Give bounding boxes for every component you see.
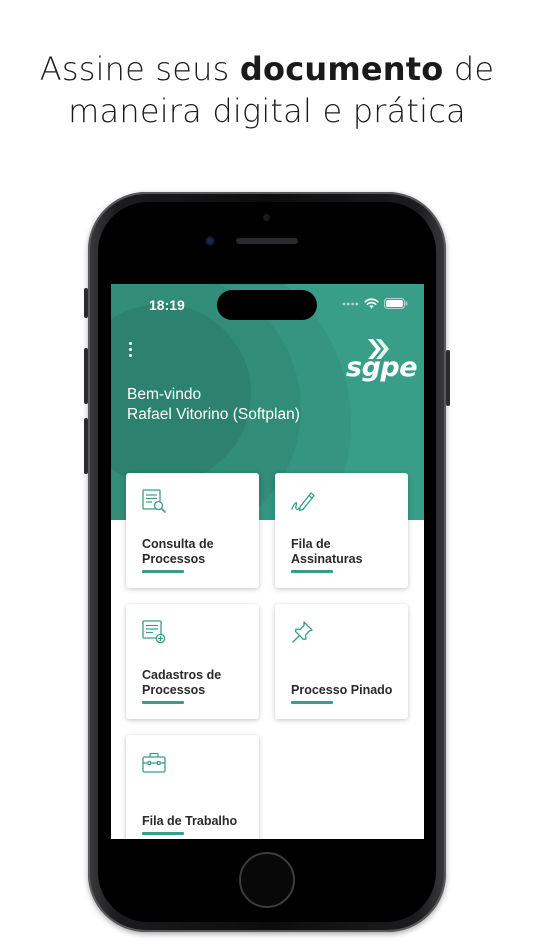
card-accent-underline <box>291 701 333 704</box>
welcome-message: Bem-vindo Rafael Vitorino (Softplan) <box>127 385 300 425</box>
card-label-line-1: Cadastros de <box>142 668 222 682</box>
cadastros-processos-card[interactable]: Cadastros de Processos <box>126 604 259 719</box>
consulta-processos-card[interactable]: Consulta de Processos <box>126 473 259 588</box>
processo-pinado-card[interactable]: Processo Pinado <box>275 604 408 719</box>
fila-trabalho-card[interactable]: Fila de Trabalho <box>126 735 259 839</box>
document-add-icon <box>142 620 166 644</box>
headline-prefix: Assine seus <box>39 50 240 88</box>
card-label-line-2: Processos <box>142 683 206 697</box>
dynamic-island <box>217 290 317 320</box>
home-button[interactable] <box>239 852 295 908</box>
signature-pen-icon <box>291 492 315 512</box>
card-label: Processo Pinado <box>291 683 400 698</box>
card-label-line-2: Processos <box>142 552 206 566</box>
sgpe-logo: sgpe <box>346 336 418 386</box>
app-screen: 18:19 sgpe Bem-vindo Rafael Vitorino (So… <box>111 284 424 839</box>
briefcase-icon <box>142 752 166 773</box>
card-label: Consulta de Processos <box>142 537 251 567</box>
card-label: Fila de Assinaturas <box>291 537 400 567</box>
welcome-user-name: Rafael Vitorino (Softplan) <box>127 406 300 423</box>
card-label: Fila de Trabalho <box>142 814 251 829</box>
welcome-title: Bem-vindo <box>127 386 202 403</box>
document-search-icon <box>142 489 166 513</box>
phone-volume-up-button <box>84 348 88 404</box>
card-accent-underline <box>291 570 333 573</box>
phone-power-button <box>446 350 450 406</box>
card-label-line-2: Fila de Trabalho <box>142 814 238 828</box>
status-icons <box>342 298 408 309</box>
card-label-line-2: Processo Pinado <box>291 683 393 697</box>
card-label-line-1: Consulta de <box>142 537 214 551</box>
fila-assinaturas-card[interactable]: Fila de Assinaturas <box>275 473 408 588</box>
headline-suffix: de <box>443 50 495 88</box>
card-accent-underline <box>142 570 184 573</box>
headline-line-1: Assine seus documento de <box>0 48 534 90</box>
more-menu-icon[interactable] <box>125 342 135 358</box>
phone-volume-down-button <box>84 418 88 474</box>
battery-icon <box>384 298 408 309</box>
headline-line-2: maneira digital e prática <box>68 92 466 130</box>
front-sensor <box>263 214 270 221</box>
headline: Assine seus documento de maneira digital… <box>0 48 534 132</box>
front-camera <box>205 236 215 246</box>
sgpe-logo-text: sgpe <box>346 352 418 383</box>
status-time: 18:19 <box>149 297 185 313</box>
card-label: Cadastros de Processos <box>142 668 251 698</box>
phone-mute-switch <box>84 288 88 318</box>
headline-bold: documento <box>239 50 444 88</box>
pin-icon <box>292 621 313 643</box>
status-bar: 18:19 <box>111 284 424 328</box>
signal-icon <box>342 302 359 305</box>
earpiece-speaker <box>236 238 298 244</box>
card-accent-underline <box>142 701 184 704</box>
card-label-line-2: Assinaturas <box>291 552 363 566</box>
card-label-line-1: Fila de <box>291 537 331 551</box>
wifi-icon <box>364 298 379 309</box>
card-accent-underline <box>142 832 184 835</box>
